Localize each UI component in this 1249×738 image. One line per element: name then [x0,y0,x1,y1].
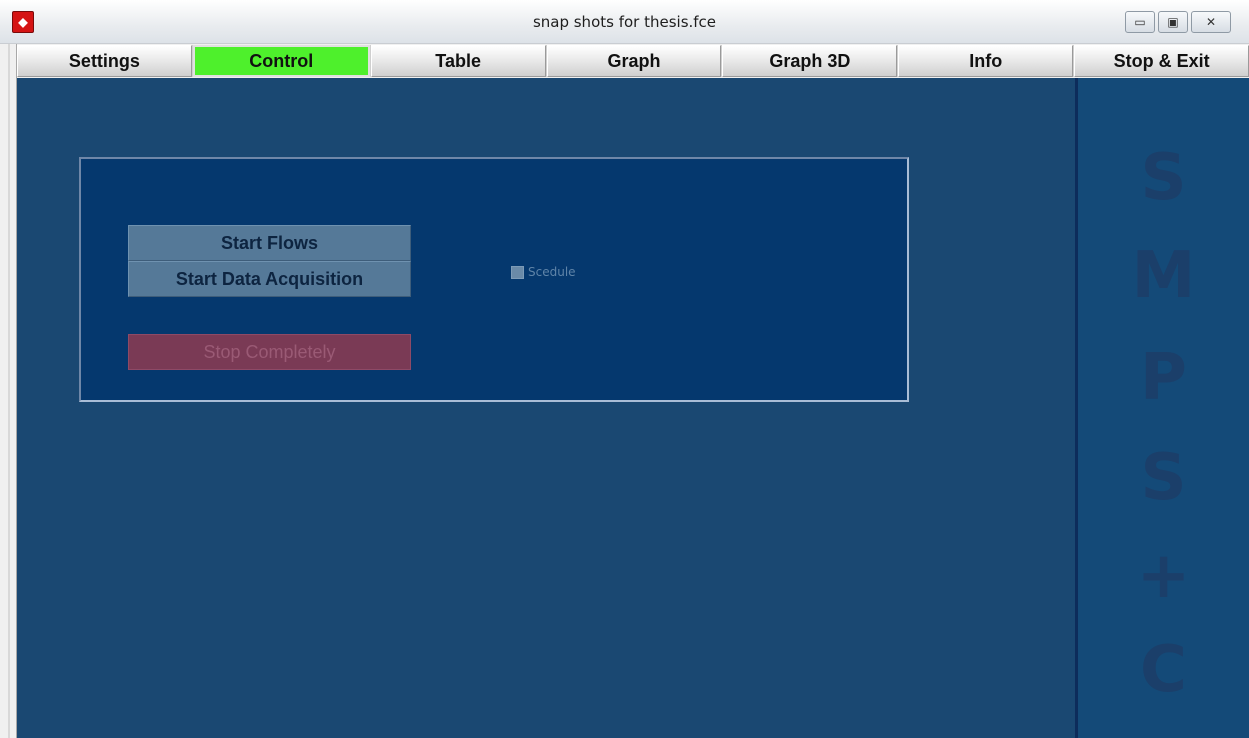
maximize-button[interactable]: ▣ [1158,11,1188,33]
window-left-edge [0,44,17,738]
tab-control[interactable]: Control [192,45,370,77]
sidebar-letter-p: P [1140,341,1187,415]
schedule-option[interactable]: Scedule [511,265,576,279]
sidebar-letter-m: M [1131,239,1196,313]
tab-graph[interactable]: Graph [546,45,722,77]
sidebar-letter-plus: + [1136,539,1191,613]
sidebar-letter-s1: S [1140,141,1187,215]
tab-table[interactable]: Table [370,45,546,77]
minimize-button[interactable]: ▭ [1125,11,1155,33]
start-flows-button[interactable]: Start Flows [128,225,411,261]
tab-settings[interactable]: Settings [17,45,192,77]
sidebar-letter-c: C [1140,633,1187,707]
schedule-checkbox[interactable] [511,265,524,279]
tab-stop-exit[interactable]: Stop & Exit [1074,45,1249,77]
schedule-label: Scedule [528,265,576,279]
tab-bar: Settings Control Table Graph Graph 3D In… [17,45,1249,77]
smps-sidebar: S M P S + C [1075,78,1249,738]
window-title: snap shots for thesis.fce [532,13,717,31]
sidebar-letter-s2: S [1140,441,1187,515]
control-panel: Start Flows Start Data Acquisition Stop … [79,157,909,402]
stop-completely-button[interactable]: Stop Completely [128,334,411,370]
title-bar: ◆ snap shots for thesis.fce ▭ ▣ ✕ [0,0,1249,44]
tab-info[interactable]: Info [898,45,1074,77]
start-data-acquisition-button[interactable]: Start Data Acquisition [128,261,411,297]
tab-graph-3d[interactable]: Graph 3D [722,45,898,77]
application-window: ◆ snap shots for thesis.fce ▭ ▣ ✕ Settin… [0,0,1249,738]
close-button[interactable]: ✕ [1191,11,1231,33]
